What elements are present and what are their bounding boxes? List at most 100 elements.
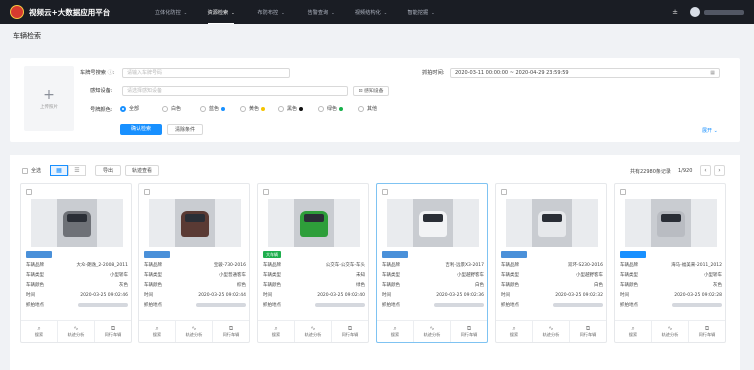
vehicle-card[interactable]: 车辆品牌 海马-福美来-2011_2012 车辆类型 小型轿车 车辆颜色 灰色 时间 2020… [614,183,726,343]
time-range-input[interactable]: 2020-03-11 00:00:00 ~ 2020-04-29 23:59:5… [450,68,720,78]
vehicle-card[interactable]: 车辆品牌 吉利-远景X3-2017 车辆类型 小型越野客车 车辆颜色 白色 时间 2020-0… [376,183,488,343]
vehicle-snapshot[interactable] [625,199,717,247]
card-action-2[interactable]: ⧉ 同行车辆 [213,321,249,342]
device-select-button[interactable]: ⊡ 感知设备 [353,86,389,96]
card-checkbox[interactable] [26,189,32,195]
field-row-color: 车辆颜色 灰色 [620,282,722,289]
card-action-0[interactable]: ⌕ 搜索 [496,321,533,342]
radio-icon [120,105,126,112]
calendar-icon: ▦ [710,70,715,76]
field-value [78,302,128,309]
vehicle-card[interactable]: 车辆品牌 大众-朗逸_2-2008_2011 车辆类型 小型轿车 车辆颜色 灰色 时间 202… [20,183,132,343]
device-button-label: 感知设备 [364,89,384,94]
nav-item-3[interactable]: 告警查询 ⌄ [296,0,346,24]
nav-item-5[interactable]: 智能挖掘 ⌄ [396,0,446,24]
field-value: 2020-03-25 09:02:40 [317,293,365,298]
field-row-place: 抓拍地点 [382,302,484,309]
card-action-0[interactable]: ⌕ 搜索 [139,321,176,342]
nav-item-0[interactable]: 立体化防控 ⌄ [146,0,196,24]
companion-car-icon: ⧉ [704,325,710,332]
card-action-1[interactable]: ∿ 轨迹分析 [176,321,213,342]
card-action-0[interactable]: ⌕ 搜索 [21,321,58,342]
clear-conditions-button[interactable]: 清除条件 [167,124,203,135]
card-action-1[interactable]: ∿ 轨迹分析 [533,321,570,342]
plate-color-radio-5[interactable]: 绿色 [318,105,344,112]
grid-view-button[interactable]: ▦ [50,165,68,176]
vehicle-card[interactable]: 车辆品牌 宝骏-730-2016 车辆类型 小型普通客车 车辆颜色 棕色 时间 2020-03… [138,183,250,343]
brand-logo[interactable]: 视频云+大数据应用平台 [10,5,140,19]
card-action-2[interactable]: ⧉ 同行车辆 [451,321,487,342]
plate-color-radio-0[interactable]: 全部 [120,105,139,112]
vehicle-snapshot[interactable] [31,199,123,247]
next-page-button[interactable]: › [714,165,725,176]
plate-search-input[interactable]: 请输入车牌号码 [122,68,290,78]
nav-label: 布防布控 [257,9,279,16]
card-action-0[interactable]: ⌕ 搜索 [258,321,295,342]
expand-link[interactable]: 展开 ⌄ [702,127,718,134]
plate-tag [26,251,52,258]
radio-icon [318,105,324,112]
field-value [196,302,246,309]
vehicle-card[interactable]: 大车辆 车辆品牌 公交车-公交车-车头 车辆类型 未知 车辆颜色 绿色 时间 2020-03-2… [257,183,369,343]
vehicle-snapshot[interactable] [149,199,241,247]
field-row-time: 时间 2020-03-25 09:02:40 [263,292,365,299]
card-action-2[interactable]: ⧉ 同行车辆 [689,321,725,342]
upload-photo-box[interactable]: + 上传照片 [24,66,74,131]
field-value [553,302,603,309]
field-label: 时间 [26,293,35,298]
track-view-button[interactable]: 轨迹查看 [125,165,159,176]
radio-icon [278,105,284,112]
card-checkbox[interactable] [501,189,507,195]
chevron-down-icon: ⌄ [231,9,235,15]
chevron-down-icon: ⌄ [281,9,285,15]
prev-page-button[interactable]: ‹ [700,165,711,176]
card-action-0[interactable]: ⌕ 搜索 [377,321,414,342]
plate-color-label: 号牌颜色: [90,107,113,113]
nav-item-1[interactable]: 资源检索 ⌄ [196,0,246,24]
field-row-type: 车辆类型 小型轿车 [26,272,128,279]
card-checkbox[interactable] [620,189,626,195]
plate-color-radio-3[interactable]: 黄色 [240,105,266,112]
card-action-label: 搜索 [34,332,44,337]
vehicle-snapshot[interactable] [268,199,360,247]
device-input[interactable]: 请选择感知设备 [122,86,348,96]
card-checkbox[interactable] [382,189,388,195]
select-all-checkbox[interactable]: 全选 [22,167,41,174]
vehicle-snapshot[interactable] [506,199,598,247]
vehicle-card[interactable]: 车辆品牌 双环-S230-2016 车辆类型 小型越野客车 车辆颜色 白色 时间 2020-0… [495,183,607,343]
avatar[interactable] [690,7,700,17]
card-action-1[interactable]: ∿ 轨迹分析 [295,321,332,342]
confirm-search-button[interactable]: 确认检索 [120,124,162,135]
plate-color-radio-4[interactable]: 黑色 [278,105,304,112]
radio-label: 绿色 [327,106,338,112]
plate-color-radio-2[interactable]: 蓝色 [200,105,226,112]
card-action-2[interactable]: ⧉ 同行车辆 [570,321,606,342]
card-action-2[interactable]: ⧉ 同行车辆 [95,321,131,342]
card-action-label: 搜索 [628,332,638,337]
plate-color-radio-6[interactable]: 其他 [358,105,377,112]
card-action-0[interactable]: ⌕ 搜索 [615,321,652,342]
help-icon[interactable]: ⓘ [108,70,113,76]
list-view-button[interactable]: ☰ [68,165,86,176]
field-label: 车辆类型 [26,273,44,278]
sidebar-toggle-icon[interactable]: ± [672,8,678,16]
card-checkbox[interactable] [263,189,269,195]
radio-icon [240,105,246,112]
card-action-1[interactable]: ∿ 轨迹分析 [58,321,95,342]
card-action-1[interactable]: ∿ 轨迹分析 [652,321,689,342]
export-button[interactable]: 导出 [95,165,121,176]
card-action-label: 搜索 [271,332,281,337]
nav-item-4[interactable]: 视频结构化 ⌄ [346,0,396,24]
companion-car-icon: ⧉ [585,325,591,332]
plate-color-radio-1[interactable]: 白色 [162,105,181,112]
field-row-type: 车辆类型 小型越野客车 [382,272,484,279]
field-value: 棕色 [237,283,246,288]
field-value [672,302,722,309]
nav-item-2[interactable]: 布防布控 ⌄ [246,0,296,24]
vehicle-snapshot[interactable] [387,199,479,247]
user-name-blurred[interactable] [704,9,744,15]
card-action-1[interactable]: ∿ 轨迹分析 [414,321,451,342]
card-action-2[interactable]: ⧉ 同行车辆 [332,321,368,342]
card-checkbox[interactable] [144,189,150,195]
field-label: 车辆品牌 [501,263,519,268]
